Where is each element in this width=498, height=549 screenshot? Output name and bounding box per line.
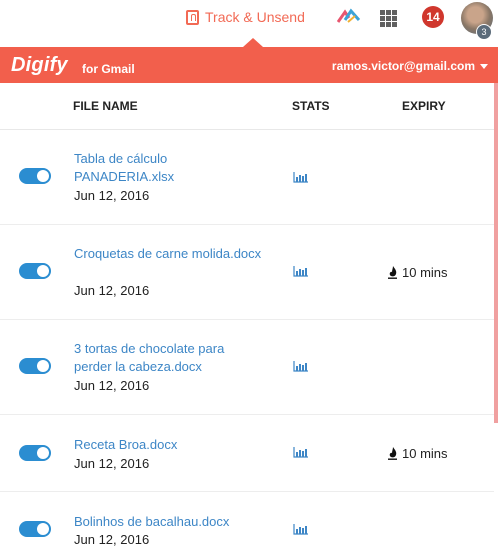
file-name-link[interactable]: Bolinhos de bacalhau.docx	[74, 513, 264, 531]
expiry-value: 10 mins	[388, 446, 448, 461]
tracking-toggle[interactable]	[19, 168, 51, 184]
file-name-link[interactable]: Tabla de cálculo PANADERIA.xlsx	[74, 150, 264, 186]
track-unsend-button[interactable]: Track & Unsend	[186, 9, 305, 25]
file-date: Jun 12, 2016	[74, 378, 150, 393]
burn-flame-icon	[388, 266, 397, 279]
expiry-value: 10 mins	[388, 265, 448, 280]
expiry-text: 10 mins	[402, 446, 448, 461]
track-unsend-label: Track & Unsend	[205, 9, 305, 25]
file-date: Jun 12, 2016	[74, 188, 150, 203]
bar-chart-icon[interactable]	[293, 361, 309, 372]
digify-logo: Digify	[11, 54, 68, 76]
digify-header: Digify for Gmail ramos.victor@gmail.com	[0, 47, 498, 83]
file-name-link[interactable]: 3 tortas de chocolate para perder la cab…	[74, 340, 264, 376]
tracking-toggle[interactable]	[19, 445, 51, 461]
secondary-account-badge[interactable]: 3	[476, 24, 492, 40]
bar-chart-icon[interactable]	[293, 524, 309, 535]
extension-logo-icon[interactable]	[337, 8, 361, 24]
tracking-toggle[interactable]	[19, 263, 51, 279]
account-dropdown[interactable]: ramos.victor@gmail.com	[332, 59, 488, 73]
file-date: Jun 12, 2016	[74, 456, 150, 471]
expiry-text: 10 mins	[402, 265, 448, 280]
column-stats: STATS	[292, 99, 330, 113]
file-date: Jun 12, 2016	[74, 532, 150, 547]
apps-grid-icon[interactable]	[380, 10, 397, 27]
logo-subtitle: for Gmail	[82, 62, 135, 76]
column-expiry: EXPIRY	[402, 99, 446, 113]
account-email: ramos.victor@gmail.com	[331, 59, 475, 73]
popup-pointer	[243, 38, 263, 47]
bar-chart-icon[interactable]	[293, 447, 309, 458]
file-name-link[interactable]: Receta Broa.docx	[74, 436, 264, 454]
table-row: Croquetas de carne molida.docx Jun 12, 2…	[0, 225, 494, 320]
table-row: Receta Broa.docx Jun 12, 2016 10 mins	[0, 415, 494, 492]
table-header: FILE NAME STATS EXPIRY	[0, 83, 498, 130]
file-name-link[interactable]: Croquetas de carne molida.docx	[74, 245, 264, 263]
table-row: Tabla de cálculo PANADERIA.xlsx Jun 12, …	[0, 130, 494, 225]
bar-chart-icon[interactable]	[293, 172, 309, 183]
burn-flame-icon	[388, 447, 397, 460]
bar-chart-icon[interactable]	[293, 266, 309, 277]
table-row: Bolinhos de bacalhau.docx Jun 12, 2016	[0, 492, 494, 549]
chevron-down-icon	[480, 63, 488, 69]
column-file-name: FILE NAME	[73, 99, 138, 113]
table-row: 3 tortas de chocolate para perder la cab…	[0, 320, 494, 415]
notification-badge[interactable]: 14	[422, 6, 444, 28]
gmail-topbar: Track & Unsend 14 3	[0, 0, 498, 40]
file-date: Jun 12, 2016	[74, 283, 150, 298]
tracking-toggle[interactable]	[19, 521, 51, 537]
digify-lock-icon	[186, 9, 199, 25]
scrollbar[interactable]	[494, 83, 498, 423]
tracking-toggle[interactable]	[19, 358, 51, 374]
